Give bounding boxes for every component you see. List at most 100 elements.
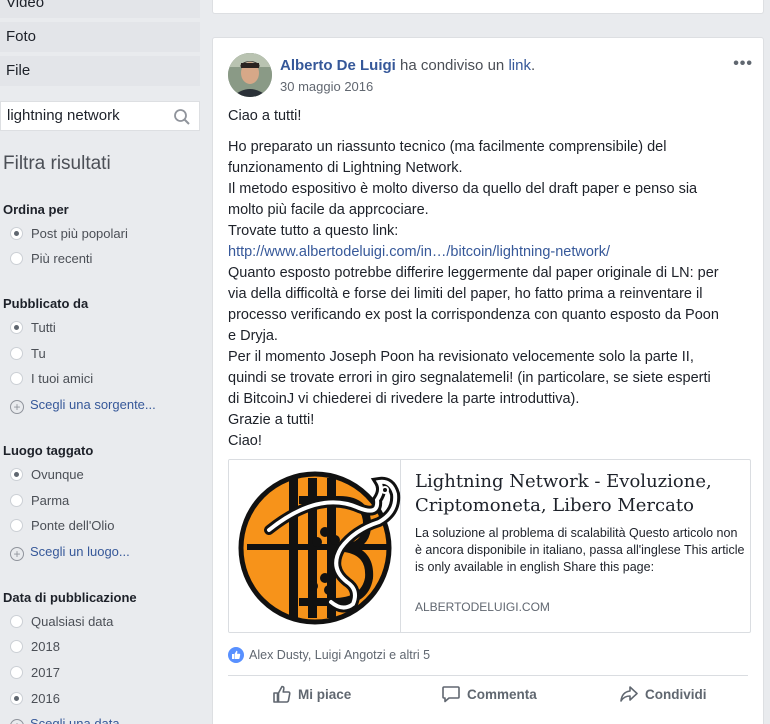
like-button[interactable]: Mi piace <box>272 683 351 707</box>
share-button[interactable]: Condividi <box>619 683 707 707</box>
post-text-line: Quanto esposto potrebbe differire legger… <box>228 265 719 281</box>
more-horizontal-icon[interactable]: ••• <box>733 55 753 73</box>
post-header: Alberto De Luigi ha condiviso un link. <box>280 57 535 74</box>
radio-option[interactable]: Tutti <box>10 318 56 338</box>
share-label: Condividi <box>645 687 707 702</box>
link-preview-card[interactable]: Lightning Network - Evoluzione, Criptomo… <box>228 459 751 633</box>
plus-circle-icon: + <box>10 400 24 414</box>
like-label: Mi piace <box>298 687 352 702</box>
radio-option[interactable]: Parma <box>10 491 69 511</box>
radio-option[interactable]: Post più popolari <box>10 224 128 244</box>
post-card: Alberto De Luigi ha condiviso un link. 3… <box>212 37 764 724</box>
radio-option[interactable]: Ponte dell'Olio <box>10 516 114 536</box>
header-period: . <box>530 57 536 74</box>
radio-icon[interactable] <box>10 666 23 679</box>
preview-description: La soluzione al problema di scalabilità … <box>415 526 745 574</box>
post-text-line: processo verificando ex post la corrispo… <box>228 307 719 323</box>
comment-label: Commenta <box>467 687 537 702</box>
radio-option[interactable]: Tu <box>10 344 46 364</box>
option-label: Tu <box>31 346 46 361</box>
link-word[interactable]: link <box>508 57 531 74</box>
radio-checked-icon[interactable] <box>10 321 23 334</box>
post-text-line: Il metodo espositivo è molto diverso da … <box>228 181 698 197</box>
radio-checked-icon[interactable] <box>10 227 23 240</box>
choose-date-link[interactable]: + Scegli una data... <box>10 714 130 724</box>
option-label: Post più popolari <box>31 226 128 241</box>
comment-icon <box>442 686 460 703</box>
radio-icon[interactable] <box>10 347 23 360</box>
post-text-line: quindi se trovate errori in giro segnala… <box>228 370 711 386</box>
option-label: Più recenti <box>31 251 93 266</box>
plus-circle-icon: + <box>10 719 24 724</box>
avatar-photo <box>228 53 272 97</box>
post-text-line: Ho preparato un riassunto tecnico (ma fa… <box>228 139 667 155</box>
radio-icon[interactable] <box>10 494 23 507</box>
section-title-sort: Ordina per <box>3 202 69 217</box>
search-icon[interactable] <box>173 108 191 126</box>
author-name[interactable]: Alberto De Luigi <box>280 57 396 74</box>
option-label: I tuoi amici <box>31 371 94 386</box>
option-label: 2016 <box>31 691 60 706</box>
option-label: Qualsiasi data <box>31 614 114 629</box>
nav-item-label: File <box>6 62 31 79</box>
post-text-line: Ciao! <box>228 433 262 449</box>
preview-image[interactable] <box>229 460 401 632</box>
section-title-publish-date: Data di pubblicazione <box>3 590 137 605</box>
search-input-value: lightning network <box>7 107 120 124</box>
preview-title[interactable]: Lightning Network - Evoluzione, Criptomo… <box>415 470 735 518</box>
option-label: 2018 <box>31 639 60 654</box>
radio-option[interactable]: I tuoi amici <box>10 369 93 389</box>
reactions-names: Alex Dusty, Luigi Angotzi e altri 5 <box>249 648 431 662</box>
avatar[interactable] <box>228 53 272 97</box>
radio-checked-icon[interactable] <box>10 692 23 705</box>
nav-item-label: Foto <box>6 28 37 45</box>
post-text-line: Trovate tutto a questo link: <box>228 223 399 239</box>
post-date[interactable]: 30 maggio 2016 <box>280 79 373 94</box>
post-text-line: di BitcoinJ vi chiederei di rivedere la … <box>228 391 580 407</box>
search-sidebar: Video Foto File lightning network Filtra… <box>0 0 200 724</box>
choose-location-link[interactable]: + Scegli un luogo... <box>10 542 130 562</box>
option-label: Parma <box>31 493 70 508</box>
radio-icon[interactable] <box>10 615 23 628</box>
post-text-line: Per il momento Joseph Poon ha revisionat… <box>228 349 694 365</box>
shared-text: ha condiviso un <box>400 57 505 74</box>
post-greeting: Ciao a tutti! <box>228 108 302 124</box>
post-text-line: e Dryja. <box>228 328 278 344</box>
thumbs-up-icon <box>273 685 291 703</box>
plus-circle-icon: + <box>10 547 24 561</box>
radio-option[interactable]: 2016 <box>10 689 60 709</box>
radio-option[interactable]: Più recenti <box>10 249 92 269</box>
add-link-label: Scegli una sorgente... <box>30 397 156 412</box>
radio-option[interactable]: Qualsiasi data <box>10 612 113 632</box>
share-arrow-icon <box>620 686 638 702</box>
post-text-line: Grazie a tutti! <box>228 412 315 428</box>
post-text-line: funzionamento di Lightning Network. <box>228 160 463 176</box>
bitcoin-gecko-logo <box>238 471 401 625</box>
radio-icon[interactable] <box>10 519 23 532</box>
option-label: Ovunque <box>31 467 84 482</box>
radio-option[interactable]: Ovunque <box>10 465 84 485</box>
radio-option[interactable]: 2018 <box>10 637 60 657</box>
actions-divider <box>228 675 748 676</box>
radio-option[interactable]: 2017 <box>10 663 60 683</box>
post-text-line: molto più facile da apprcociare. <box>228 202 429 218</box>
search-input[interactable]: lightning network <box>0 101 200 131</box>
previous-post-card <box>212 0 764 14</box>
radio-icon[interactable] <box>10 372 23 385</box>
section-title-posted-by: Pubblicato da <box>3 296 89 311</box>
option-label: 2017 <box>31 665 60 680</box>
filter-results-title: Filtra risultati <box>3 153 111 174</box>
post-text-line: via della difficoltà e forse dei limiti … <box>228 286 703 302</box>
reactions-summary[interactable]: Alex Dusty, Luigi Angotzi e altri 5 <box>228 646 430 664</box>
radio-icon[interactable] <box>10 640 23 653</box>
nav-item-file[interactable]: File <box>0 56 200 86</box>
nav-item-foto[interactable]: Foto <box>0 22 200 52</box>
preview-domain: ALBERTODELUIGI.COM <box>415 600 550 614</box>
nav-item-video[interactable]: Video <box>0 0 200 18</box>
choose-source-link[interactable]: + Scegli una sorgente... <box>10 395 156 415</box>
post-text: Ciao a tutti! Ho preparato un riassunto … <box>228 106 753 452</box>
radio-icon[interactable] <box>10 252 23 265</box>
comment-button[interactable]: Commenta <box>441 683 537 707</box>
post-url-link[interactable]: http://www.albertodeluigi.com/in…/bitcoi… <box>228 242 753 263</box>
radio-checked-icon[interactable] <box>10 468 23 481</box>
